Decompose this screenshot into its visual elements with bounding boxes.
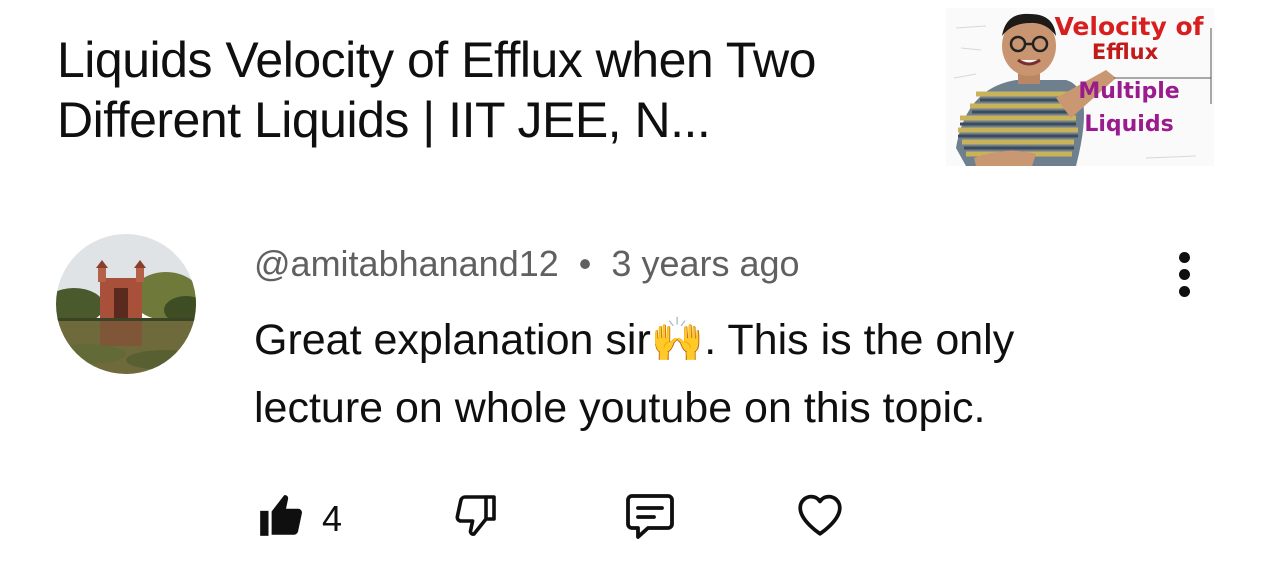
comment-time: 3 years ago [611, 243, 800, 284]
more-vertical-icon[interactable] [1166, 252, 1202, 304]
meta-separator: • [578, 243, 592, 284]
thumbnail-text-line1: Velocity of [1054, 12, 1204, 41]
thumbnail-text-line4: Liquids [1084, 112, 1174, 137]
thumbnail-text-line2: Efflux [1091, 40, 1159, 64]
comment-actions: 4 [0, 490, 1272, 544]
heart-icon[interactable] [794, 490, 846, 540]
video-title[interactable]: Liquids Velocity of Efflux when Two Diff… [57, 30, 917, 150]
thumbs-down-icon[interactable] [452, 490, 500, 540]
avatar-image [56, 234, 196, 374]
thumbs-up-icon[interactable] [256, 490, 306, 540]
video-thumbnail[interactable]: Velocity of Efflux Multiple Liquids [946, 8, 1214, 166]
like-count: 4 [322, 498, 343, 539]
avatar[interactable] [56, 234, 196, 374]
comment-author[interactable]: @amitabhanand12 [254, 243, 559, 284]
thumbnail-text-line3: Multiple [1078, 79, 1180, 104]
comment-meta: @amitabhanand12 • 3 years ago [254, 240, 800, 288]
comment-text: Great explanation sir🙌. This is the only… [254, 316, 1015, 432]
reply-comment-icon[interactable] [624, 492, 676, 540]
